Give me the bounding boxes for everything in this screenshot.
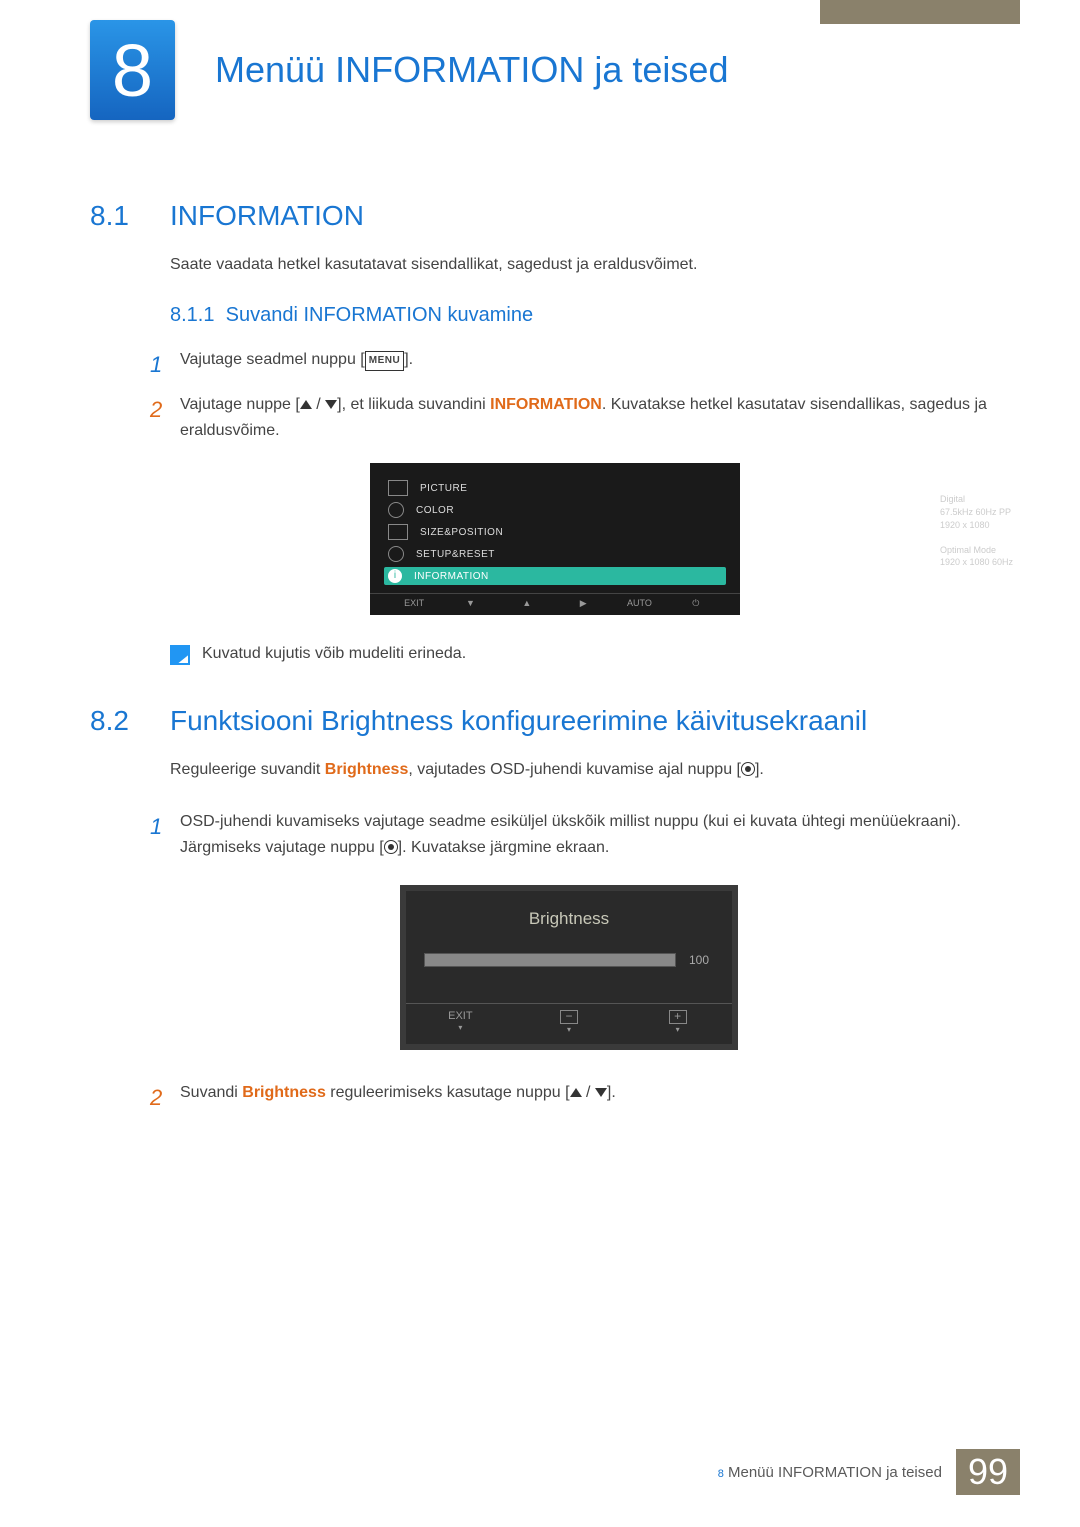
osd-power-icon: ⏻	[668, 598, 724, 609]
slider-track	[424, 953, 676, 967]
info-line: Optimal Mode	[940, 544, 1080, 557]
note: Kuvatud kujutis võib mudeliti erineda.	[170, 645, 990, 665]
brightness-title: Brightness	[424, 909, 714, 929]
osd-menu-screenshot: PICTURE COLOR SIZE&POSITION SETUP&RESET …	[370, 463, 990, 615]
text: ].	[404, 351, 413, 368]
subsection-title-text: Suvandi INFORMATION kuvamine	[226, 304, 534, 326]
text: ], et liikuda suvandini	[337, 396, 490, 413]
text: ].	[607, 1084, 616, 1101]
osd-label: PICTURE	[420, 483, 467, 494]
keyword-brightness: Brightness	[242, 1084, 326, 1101]
text: ]. Kuvatakse järgmine ekraan.	[398, 839, 610, 856]
text: Reguleerige suvandit	[170, 761, 325, 778]
section-8-1-heading: 8.1 INFORMATION	[90, 200, 990, 232]
triangle-up-icon	[300, 400, 312, 409]
triangle-up-icon	[570, 1088, 582, 1097]
footer-chapter-title: Menüü INFORMATION ja teised	[728, 1464, 942, 1481]
text: Vajutage nuppe [	[180, 396, 300, 413]
osd-item-setupreset: SETUP&RESET	[370, 543, 740, 565]
text: ].	[755, 761, 764, 778]
section-8-1-intro: Saate vaadata hetkel kasutatavat sisenda…	[170, 256, 990, 274]
chapter-number-badge: 8	[90, 20, 175, 120]
step-2-sec82: 2 Suvandi Brightness reguleerimiseks kas…	[150, 1080, 990, 1115]
osd-play-icon: ▶	[555, 598, 611, 609]
brightness-slider: 100	[424, 953, 714, 967]
text: , vajutades OSD-juhendi kuvamise ajal nu…	[408, 761, 741, 778]
step-number: 1	[150, 347, 180, 382]
section-number: 8.1	[90, 200, 170, 232]
osd-label: INFORMATION	[414, 571, 489, 582]
subsection-8-1-1-title: 8.1.1 Suvandi INFORMATION kuvamine	[170, 304, 990, 327]
keyword-brightness: Brightness	[325, 761, 409, 778]
osd-minus: −▾	[515, 1010, 624, 1034]
step-text: OSD-juhendi kuvamiseks vajutage seadme e…	[180, 809, 990, 860]
brightness-osd-screenshot: Brightness 100 EXIT▾ −▾ +▾	[400, 885, 990, 1050]
info-line: 1920 x 1080	[940, 519, 1080, 532]
page-footer: 8 Menüü INFORMATION ja teised 99	[718, 1449, 1020, 1495]
header-accent-bar	[820, 0, 1020, 24]
osd-info-panel: Digital 67.5kHz 60Hz PP 1920 x 1080 Opti…	[940, 493, 1080, 569]
footer-text: 8 Menüü INFORMATION ja teised	[718, 1464, 942, 1481]
section-8-2-intro: Reguleerige suvandit Brightness, vajutad…	[170, 761, 990, 779]
keyword-information: INFORMATION	[490, 396, 602, 413]
step-text: Vajutage seadmel nuppu [MENU].	[180, 347, 990, 382]
menu-button-icon: MENU	[365, 351, 404, 371]
info-line: 1920 x 1080 60Hz	[940, 556, 1080, 569]
step-text: Vajutage nuppe [ / ], et liikuda suvandi…	[180, 392, 990, 443]
triangle-down-icon	[325, 400, 337, 409]
text: Vajutage seadmel nuppu [	[180, 351, 365, 368]
osd-label: SETUP&RESET	[416, 549, 495, 560]
osd-exit: EXIT▾	[406, 1010, 515, 1034]
step-1-sec82: 1 OSD-juhendi kuvamiseks vajutage seadme…	[150, 809, 990, 860]
info-icon: i	[388, 569, 402, 583]
info-line: 67.5kHz 60Hz PP	[940, 506, 1080, 519]
page-number: 99	[956, 1449, 1020, 1495]
step-text: Suvandi Brightness reguleerimiseks kasut…	[180, 1080, 990, 1115]
step-number: 2	[150, 1080, 180, 1115]
section-number: 8.2	[90, 705, 170, 737]
step-2: 2 Vajutage nuppe [ / ], et liikuda suvan…	[150, 392, 990, 443]
section-title: INFORMATION	[170, 200, 364, 232]
circle-button-icon	[384, 840, 398, 854]
step-number: 1	[150, 809, 180, 860]
brightness-bottom-bar: EXIT▾ −▾ +▾	[406, 1003, 732, 1044]
text: reguleerimiseks kasutage nuppu [	[326, 1084, 570, 1101]
triangle-down-icon	[595, 1088, 607, 1097]
chapter-title: Menüü INFORMATION ja teised	[215, 49, 728, 91]
osd-item-information-selected: i INFORMATION	[384, 567, 726, 585]
osd-plus: +▾	[623, 1010, 732, 1034]
note-icon	[170, 645, 190, 665]
osd-down-icon: ▼	[442, 598, 498, 609]
step-number: 2	[150, 392, 180, 443]
osd-auto: AUTO	[611, 598, 667, 609]
info-line: Digital	[940, 493, 1080, 506]
footer-chapter-num: 8	[718, 1468, 724, 1480]
osd-label: SIZE&POSITION	[420, 527, 503, 538]
subsection-number: 8.1.1	[170, 304, 214, 326]
slider-value: 100	[684, 953, 714, 967]
osd-up-icon: ▲	[499, 598, 555, 609]
osd-exit: EXIT	[386, 598, 442, 609]
section-title: Funktsiooni Brightness konfigureerimine …	[170, 705, 867, 737]
text: Suvandi	[180, 1084, 242, 1101]
osd-item-color: COLOR	[370, 499, 740, 521]
step-1: 1 Vajutage seadmel nuppu [MENU].	[150, 347, 990, 382]
osd-bottom-bar: EXIT ▼ ▲ ▶ AUTO ⏻	[370, 593, 740, 609]
circle-button-icon	[741, 762, 755, 776]
osd-item-picture: PICTURE	[370, 477, 740, 499]
section-8-2-heading: 8.2 Funktsiooni Brightness konfigureerim…	[90, 705, 990, 737]
osd-label: COLOR	[416, 505, 454, 516]
note-text: Kuvatud kujutis võib mudeliti erineda.	[202, 645, 466, 663]
osd-item-sizeposition: SIZE&POSITION	[370, 521, 740, 543]
